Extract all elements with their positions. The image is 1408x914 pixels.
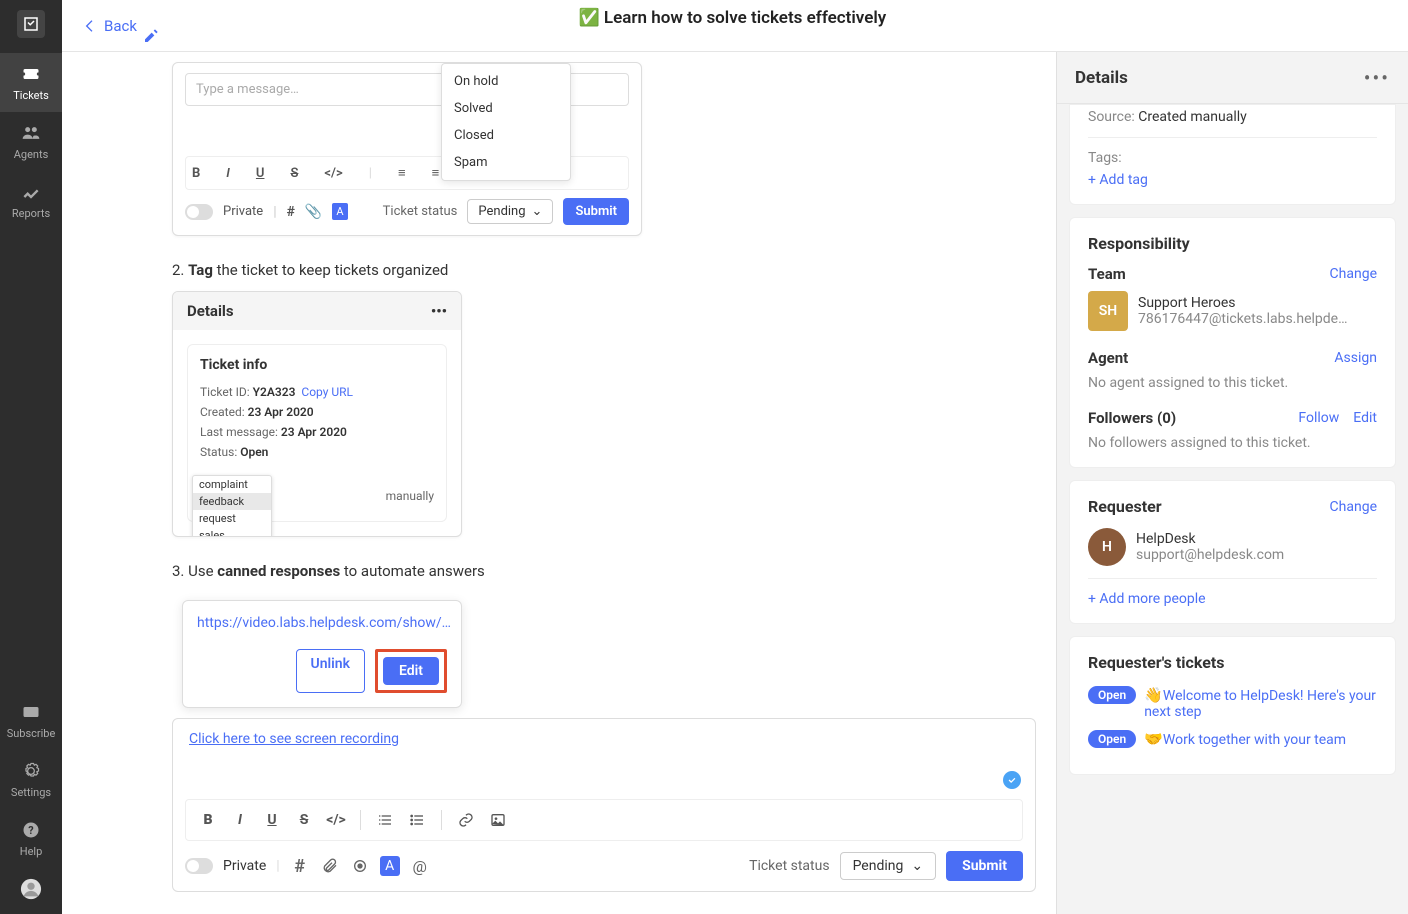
sidebar-nav: Tickets Agents Reports Subscribe Setting… <box>0 0 62 914</box>
chevron-down-icon: ⌄ <box>911 858 923 874</box>
mention-icon[interactable]: @ <box>410 856 430 876</box>
team-email: 786176447@tickets.labs.helpde… <box>1138 311 1377 327</box>
screenshot-details-box: Details••• Ticket info Ticket ID: Y2A323… <box>172 291 462 537</box>
tag-dropdown: complaint feedback request sales support <box>192 475 272 537</box>
sidebar-item-label: Agents <box>14 148 49 161</box>
sidebar-item-account[interactable] <box>0 868 62 914</box>
private-toggle[interactable] <box>185 858 213 874</box>
step-2-text: 2. Tag the ticket to keep tickets organi… <box>172 261 1036 279</box>
gear-icon <box>20 760 42 782</box>
status-select[interactable]: Pending⌄ <box>840 852 937 880</box>
edit-followers-link[interactable]: Edit <box>1353 410 1377 426</box>
team-avatar: SH <box>1088 291 1128 331</box>
status-dropdown: On hold Solved Closed Spam <box>441 63 571 181</box>
users-icon <box>20 122 42 144</box>
team-name: Support Heroes <box>1138 295 1377 311</box>
responsibility-title: Responsibility <box>1088 234 1377 253</box>
app-logo[interactable] <box>17 10 45 38</box>
sidebar-item-subscribe[interactable]: Subscribe <box>0 691 62 750</box>
help-icon: ? <box>20 819 42 841</box>
edit-button: Edit <box>383 657 439 685</box>
unlink-button: Unlink <box>296 649 366 693</box>
italic-button[interactable]: I <box>226 806 254 834</box>
card-icon <box>20 701 42 723</box>
submit-button: Submit <box>563 198 629 225</box>
follow-link[interactable]: Follow <box>1298 410 1339 426</box>
add-people-link[interactable]: + Add more people <box>1088 591 1377 607</box>
back-button[interactable]: Back <box>82 17 137 35</box>
record-icon[interactable] <box>350 856 370 876</box>
sidebar-item-label: Settings <box>11 786 51 799</box>
sidebar-item-settings[interactable]: Settings <box>0 750 62 809</box>
sidebar-item-help[interactable]: ? Help <box>0 809 62 868</box>
details-panel: Details ••• Source: Created manually Tag… <box>1056 52 1408 914</box>
requester-title: Requester <box>1088 497 1162 516</box>
back-label: Back <box>104 17 137 35</box>
code-button[interactable]: </> <box>322 806 350 834</box>
topbar: Back ✅Learn how to solve tickets effecti… <box>62 0 1408 52</box>
sidebar-item-reports[interactable]: Reports <box>0 171 62 230</box>
hash-icon[interactable]: # <box>290 856 310 876</box>
reply-textarea[interactable]: Click here to see screen recording <box>173 719 1035 799</box>
attach-icon[interactable] <box>320 856 340 876</box>
text-color-icon[interactable]: A <box>380 856 400 876</box>
private-label: Private <box>223 858 266 874</box>
requester-tickets-title: Requester's tickets <box>1088 653 1377 672</box>
chart-icon <box>20 181 42 203</box>
more-icon: ••• <box>431 302 447 320</box>
sidebar-item-label: Reports <box>12 207 50 220</box>
reply-editor: Click here to see screen recording B I U… <box>172 718 1036 892</box>
attach-icon: 📎 <box>305 204 322 220</box>
ul-button[interactable] <box>403 806 431 834</box>
change-requester-link[interactable]: Change <box>1330 499 1377 515</box>
ticket-item[interactable]: Open 👋Welcome to HelpDesk! Here's your n… <box>1088 686 1377 720</box>
step-3-text: 3. Use canned responses to automate answ… <box>172 562 1036 580</box>
strike-button[interactable]: S <box>290 806 318 834</box>
pending-select: Pending⌄ <box>467 199 553 224</box>
format-toolbar: B I U S </> <box>185 799 1023 841</box>
image-button[interactable] <box>484 806 512 834</box>
ticket-item[interactable]: Open 🤝Work together with your team <box>1088 730 1377 748</box>
private-toggle <box>185 204 213 220</box>
sidebar-item-label: Tickets <box>13 89 49 102</box>
link-button[interactable] <box>452 806 480 834</box>
check-icon <box>1003 771 1021 789</box>
requester-email: support@helpdesk.com <box>1136 547 1377 563</box>
sidebar-item-label: Subscribe <box>7 727 56 740</box>
assign-agent-link[interactable]: Assign <box>1334 350 1377 366</box>
requester-avatar: H <box>1088 528 1126 566</box>
more-icon[interactable]: ••• <box>1364 66 1390 90</box>
reply-link[interactable]: Click here to see screen recording <box>189 731 399 747</box>
requester-name: HelpDesk <box>1136 531 1377 547</box>
svg-text:?: ? <box>28 824 33 837</box>
underline-button[interactable]: U <box>258 806 286 834</box>
ol-button[interactable] <box>371 806 399 834</box>
ticket-status-label: Ticket status <box>749 858 829 874</box>
bold-button[interactable]: B <box>194 806 222 834</box>
edit-icon[interactable] <box>143 28 159 44</box>
chevron-down-icon: ⌄ <box>532 204 543 219</box>
ticket-icon <box>20 63 42 85</box>
sidebar-item-label: Help <box>20 845 43 858</box>
arrow-left-icon <box>82 18 98 34</box>
page-title: ✅Learn how to solve tickets effectively <box>137 8 1328 44</box>
submit-button[interactable]: Submit <box>946 851 1023 881</box>
sidebar-item-agents[interactable]: Agents <box>0 112 62 171</box>
details-title: Details <box>1075 68 1128 88</box>
add-tag-link[interactable]: + Add tag <box>1088 172 1377 188</box>
screenshot-link-popup: https://video.labs.helpdesk.com/show/… U… <box>182 600 462 708</box>
account-icon <box>20 878 42 900</box>
screenshot-message-box: Type a message… On hold Solved Closed Sp… <box>172 62 642 236</box>
change-team-link[interactable]: Change <box>1330 266 1377 282</box>
sidebar-item-tickets[interactable]: Tickets <box>0 53 62 112</box>
article-content: Type a message… On hold Solved Closed Sp… <box>62 52 1056 914</box>
